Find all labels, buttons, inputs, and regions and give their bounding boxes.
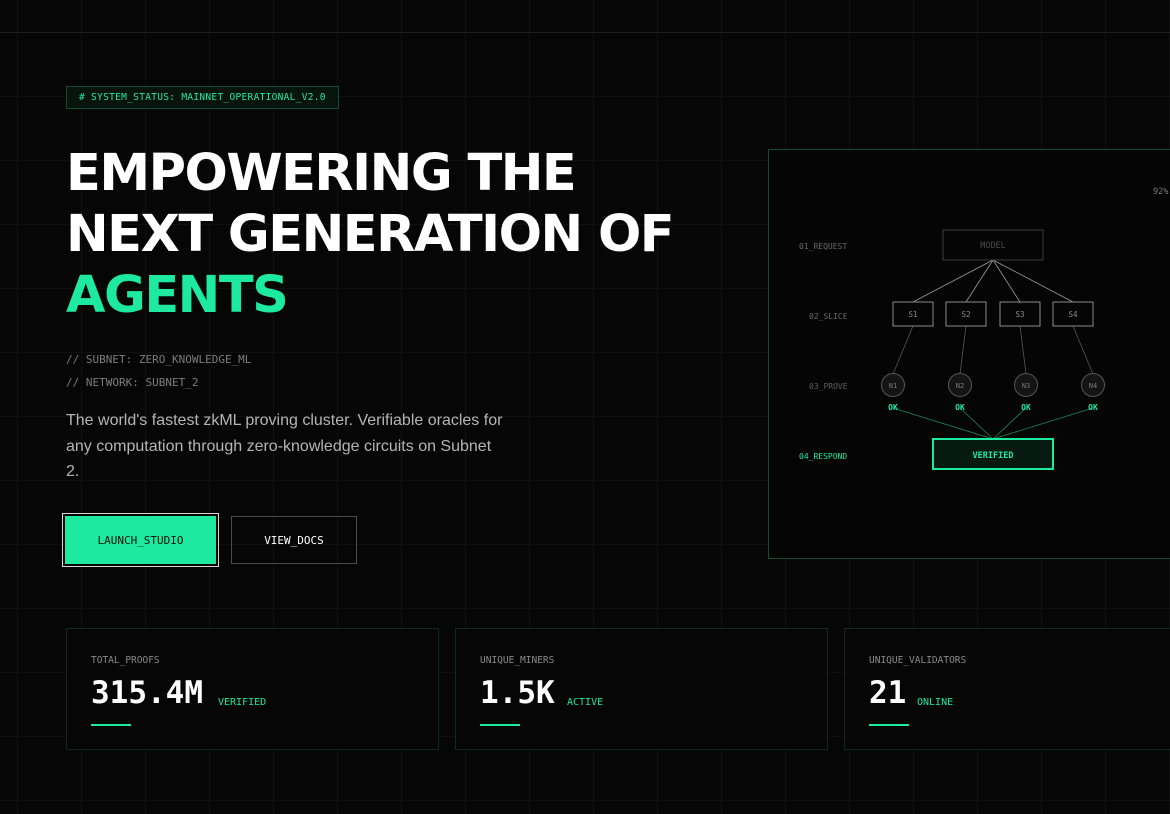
- stat-label: UNIQUE_MINERS: [480, 655, 555, 666]
- node-to-result-edges: [892, 407, 1094, 440]
- stat-card-unique-validators: UNIQUE_VALIDATORS 21 ONLINE: [844, 628, 1170, 750]
- stat-suffix: ONLINE: [917, 697, 954, 708]
- edge-s1-n1: [892, 325, 914, 375]
- stat-card-unique-miners: UNIQUE_MINERS 1.5K ACTIVE: [455, 628, 828, 750]
- stat-label: TOTAL_PROOFS: [91, 655, 160, 666]
- stat-value: 315.4M: [91, 675, 203, 711]
- node-status-n3: OK: [1021, 403, 1031, 412]
- node-status-n2: OK: [955, 403, 965, 412]
- edge-model-s1: [912, 259, 994, 303]
- stat-value: 1.5K: [480, 675, 555, 711]
- stage-request-label: 01_REQUEST: [799, 242, 847, 251]
- edge-model-s2: [965, 259, 994, 303]
- edge-n4-result: [992, 407, 1094, 440]
- edge-s2-n2: [959, 325, 967, 375]
- edge-n1-result: [892, 407, 994, 440]
- hero-title: EMPOWERING THE NEXT GENERATION OF AGENTS: [66, 143, 675, 326]
- node-label-n1: N1: [889, 382, 897, 390]
- edge-n3-result: [992, 407, 1027, 440]
- stage-prove-label: 03_PROVE: [809, 382, 848, 391]
- stage-slice-label: 02_SLICE: [809, 312, 848, 321]
- stat-underline: [91, 724, 131, 726]
- slice-label-s2: S2: [961, 310, 970, 319]
- stat-suffix: ACTIVE: [567, 697, 604, 708]
- progress-readout: 92%: [1153, 187, 1168, 197]
- edge-n2-result: [959, 407, 994, 440]
- proof-pipeline-diagram: 92% 01_REQUEST 02_SLICE 03_PROVE 04_RESP…: [768, 149, 1170, 559]
- slice-to-node-edges: [892, 325, 1094, 375]
- stat-label: UNIQUE_VALIDATORS: [869, 655, 967, 666]
- edge-s3-n3: [1019, 325, 1027, 375]
- launch-studio-button[interactable]: LAUNCH_STUDIO: [65, 516, 216, 564]
- verified-label: VERIFIED: [973, 451, 1014, 461]
- header-divider: [0, 32, 1170, 33]
- view-docs-button[interactable]: VIEW_DOCS: [231, 516, 357, 564]
- hero-description: The world's fastest zkML proving cluster…: [66, 412, 503, 480]
- stat-suffix: VERIFIED: [218, 697, 267, 708]
- node-label-n2: N2: [956, 382, 964, 390]
- pipeline-svg: 92% 01_REQUEST 02_SLICE 03_PROVE 04_RESP…: [799, 187, 1168, 470]
- meta-subnet: // SUBNET: ZERO_KNOWLEDGE_ML: [66, 353, 252, 366]
- node-label-n3: N3: [1022, 382, 1030, 390]
- hero-title-line-2: NEXT GENERATION OF: [66, 205, 675, 264]
- stat-underline: [869, 724, 909, 726]
- edge-model-s3: [992, 259, 1021, 303]
- stat-underline: [480, 724, 520, 726]
- node-status-n1: OK: [888, 403, 898, 412]
- stat-value: 21: [869, 675, 907, 711]
- meta-network: // NETWORK: SUBNET_2: [66, 376, 199, 389]
- model-label: MODEL: [980, 241, 1006, 251]
- slice-label-s4: S4: [1068, 310, 1078, 319]
- system-status-badge: # SYSTEM_STATUS: MAINNET_OPERATIONAL_V2.…: [66, 86, 339, 109]
- slice-label-s3: S3: [1015, 310, 1024, 319]
- slice-label-s1: S1: [908, 310, 917, 319]
- node-label-n4: N4: [1089, 382, 1097, 390]
- model-to-slice-edges: [912, 259, 1074, 303]
- hero-title-accent: AGENTS: [66, 266, 289, 325]
- stat-card-total-proofs: TOTAL_PROOFS 315.4M VERIFIED: [66, 628, 439, 750]
- stage-respond-label: 04_RESPOND: [799, 452, 847, 461]
- hero-title-line-1: EMPOWERING THE: [66, 144, 577, 203]
- edge-model-s4: [992, 259, 1074, 303]
- node-status-n4: OK: [1088, 403, 1098, 412]
- edge-s4-n4: [1072, 325, 1094, 375]
